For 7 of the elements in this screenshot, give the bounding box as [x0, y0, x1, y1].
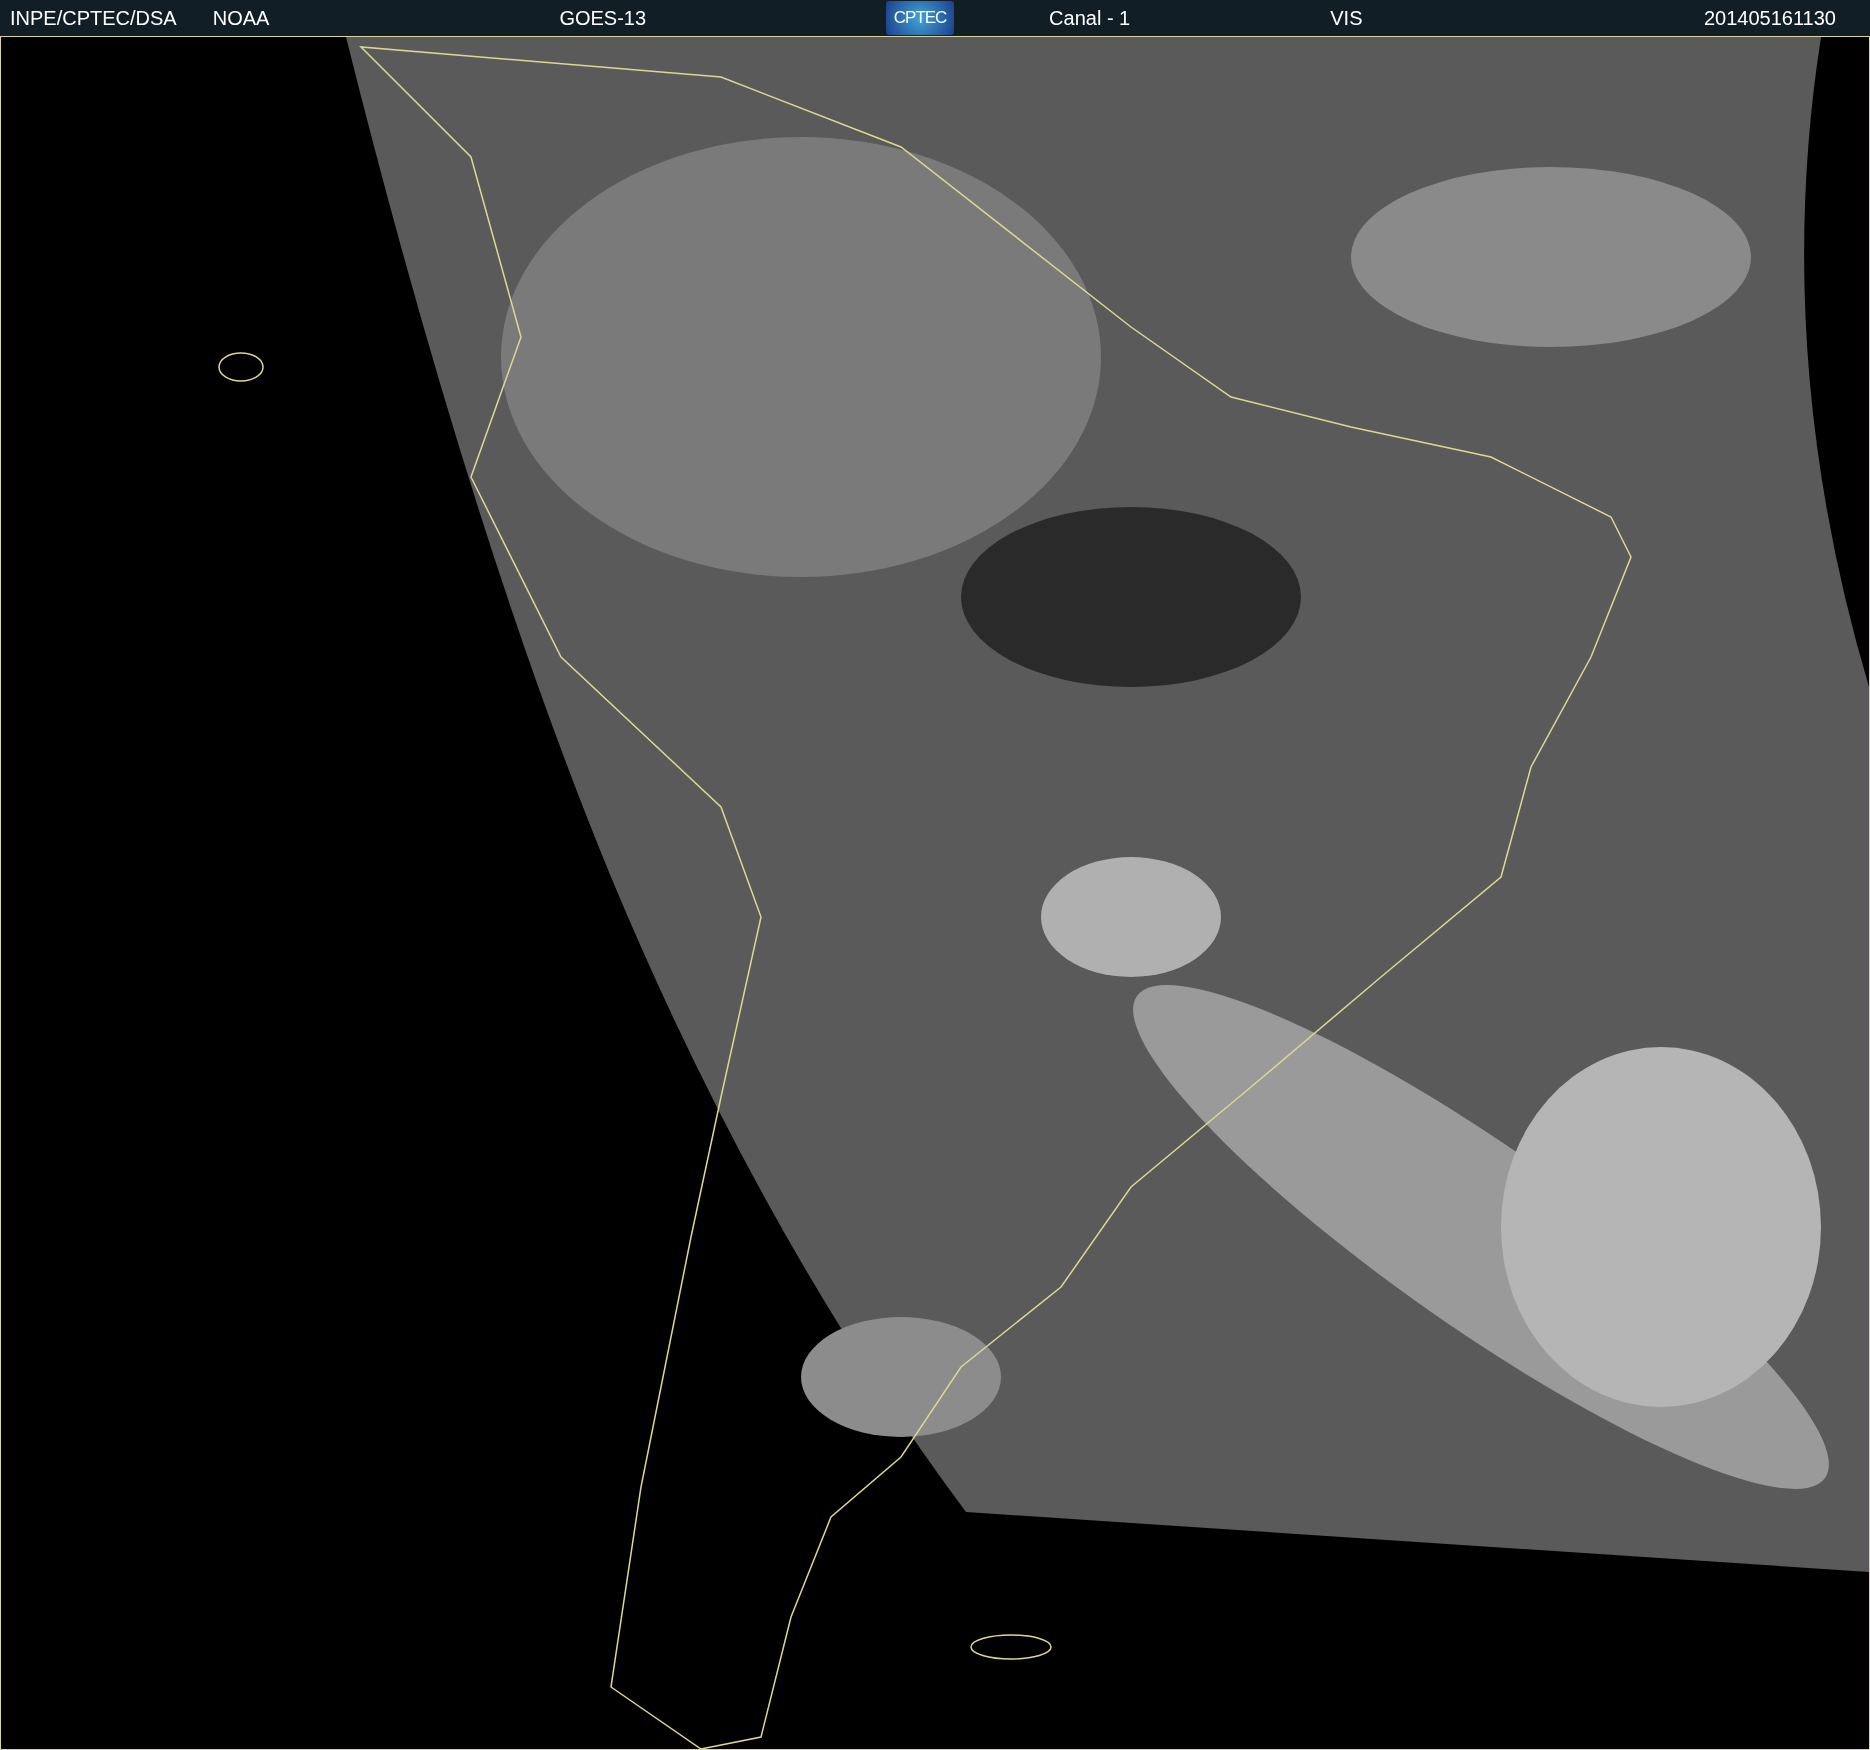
header-label: GOES-13 [559, 6, 647, 31]
header-label: NOAA [212, 6, 270, 31]
header-label: 201405161130 [1704, 6, 1836, 31]
header-label: Canal - 1 [1049, 6, 1131, 31]
header-label: VIS [1330, 6, 1363, 31]
logo: CPTEC [886, 1, 955, 35]
header-label: INPE/CPTEC/DSA [10, 6, 177, 31]
